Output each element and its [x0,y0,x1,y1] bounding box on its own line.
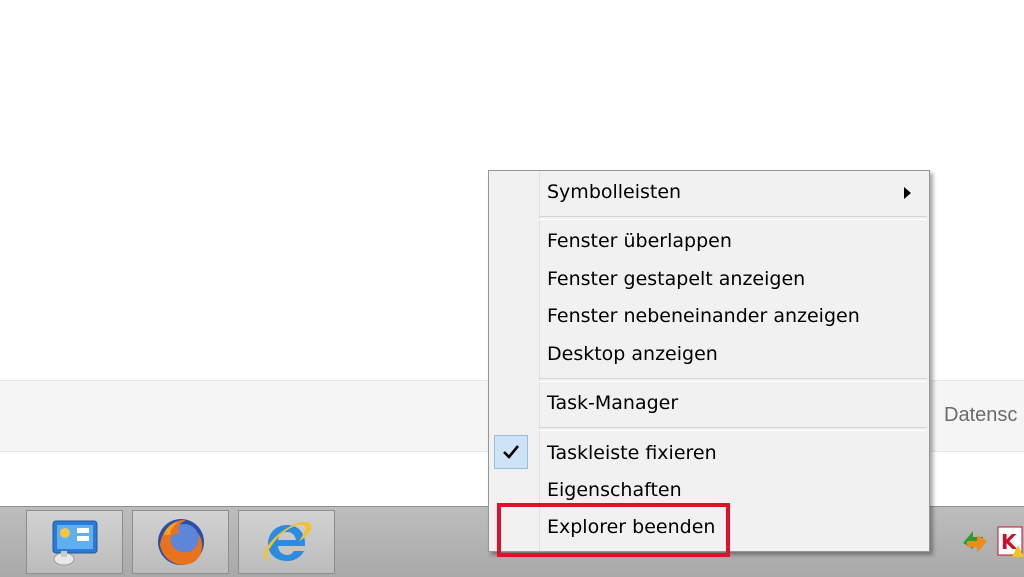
taskbar-firefox-button[interactable] [132,510,229,574]
internet-explorer-icon [263,521,311,561]
control-panel-icon [52,520,97,566]
menu-separator [539,427,927,431]
firefox-icon [157,519,204,565]
kaspersky-warning-icon[interactable]: K [996,525,1024,559]
checkmark-box [494,435,528,469]
menu-item-fenster-nebeneinander[interactable]: Fenster nebeneinander anzeigen [489,299,929,335]
menu-item-symbolleisten[interactable]: Symbolleisten [489,175,929,211]
page-partial-text: Datensc [944,404,1018,426]
menu-item-label: Symbolleisten [547,181,682,203]
taskbar-ie-button[interactable] [238,510,335,574]
menu-separator [539,216,927,220]
menu-item-label: Task-Manager [547,392,679,414]
menu-item-label: Fenster überlappen [547,230,732,252]
menu-item-label: Eigenschaften [547,479,682,501]
update-icon[interactable] [959,525,991,559]
submenu-arrow-icon [904,187,911,199]
menu-item-desktop-anzeigen[interactable]: Desktop anzeigen [489,337,929,373]
taskbar-context-menu: Symbolleisten Fenster überlappen Fenster… [488,170,930,552]
menu-item-fenster-gestapelt[interactable]: Fenster gestapelt anzeigen [489,262,929,298]
menu-item-taskleiste-fixieren[interactable]: Taskleiste fixieren [489,435,929,472]
menu-separator [539,378,927,382]
menu-item-label: Fenster gestapelt anzeigen [547,268,806,290]
checkmark-icon [503,445,519,459]
menu-item-label: Desktop anzeigen [547,343,718,365]
menu-item-label: Fenster nebeneinander anzeigen [547,305,860,327]
taskbar-control-panel-button[interactable] [26,510,123,574]
menu-item-fenster-ueberlappen[interactable]: Fenster überlappen [489,224,929,260]
highlight-frame [497,503,730,557]
menu-item-label: Taskleiste fixieren [547,442,717,464]
menu-item-task-manager[interactable]: Task-Manager [489,386,929,422]
